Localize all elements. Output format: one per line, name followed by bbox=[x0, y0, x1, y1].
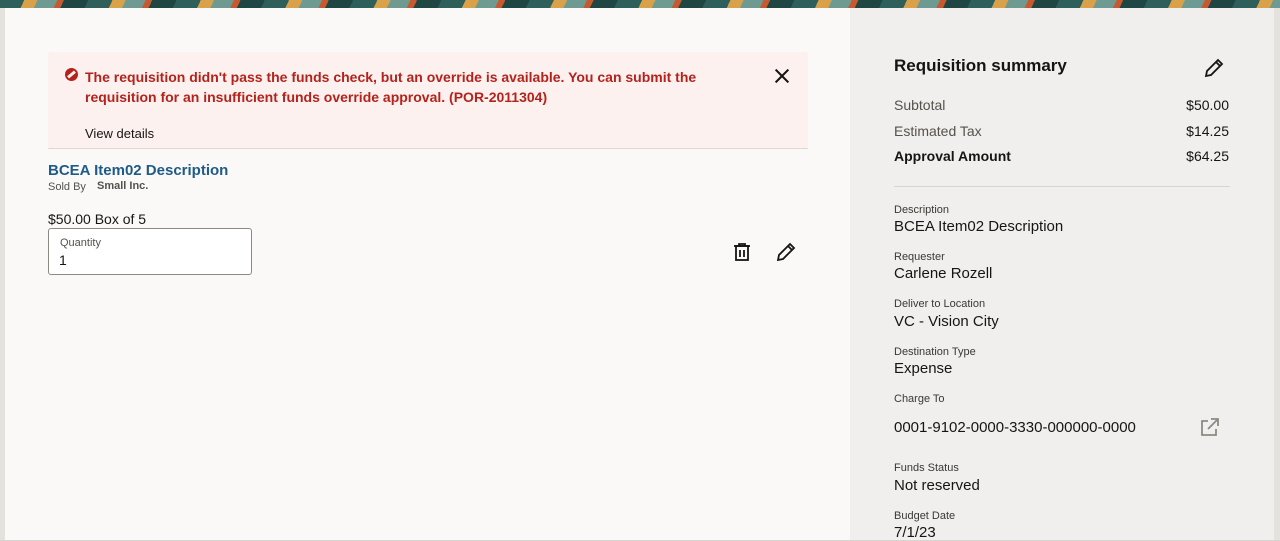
budget-date-value: 7/1/23 bbox=[894, 524, 936, 541]
quantity-input[interactable] bbox=[59, 250, 239, 270]
deliver-to-label: Deliver to Location bbox=[894, 298, 986, 310]
description-label: Description bbox=[894, 204, 950, 216]
quantity-field[interactable]: Quantity bbox=[48, 228, 252, 275]
quantity-label: Quantity bbox=[60, 237, 101, 249]
subtotal-label: Subtotal bbox=[894, 97, 946, 113]
destination-type-label: Destination Type bbox=[894, 346, 976, 358]
summary-panel: Requisition summary Subtotal $50.00 Esti… bbox=[850, 8, 1274, 541]
external-link-icon[interactable] bbox=[1198, 415, 1222, 439]
item-name-link[interactable]: BCEA Item02 Description bbox=[48, 162, 228, 179]
main-panel: The requisition didn't pass the funds ch… bbox=[5, 8, 850, 540]
requester-label: Requester bbox=[894, 251, 945, 263]
funds-status-label: Funds Status bbox=[894, 462, 959, 474]
close-icon[interactable] bbox=[774, 68, 790, 84]
charge-to-value: 0001-9102-0000-3330-000000-0000 bbox=[894, 419, 1136, 436]
decorative-banner bbox=[0, 0, 1280, 8]
deliver-to-value: VC - Vision City bbox=[894, 313, 999, 330]
item-price: $50.00 Box of 5 bbox=[48, 211, 147, 227]
error-alert: The requisition didn't pass the funds ch… bbox=[48, 52, 808, 148]
pencil-icon[interactable] bbox=[774, 240, 798, 264]
description-value: BCEA Item02 Description bbox=[894, 218, 1064, 235]
pencil-icon[interactable] bbox=[1202, 56, 1226, 80]
funds-status-value: Not reserved bbox=[894, 477, 980, 494]
divider bbox=[894, 186, 1230, 187]
tax-value: $14.25 bbox=[1186, 123, 1229, 139]
charge-to-label: Charge To bbox=[894, 393, 945, 405]
frame-edge-right bbox=[1274, 8, 1280, 540]
tax-label: Estimated Tax bbox=[894, 123, 982, 139]
view-details-link[interactable]: View details bbox=[85, 126, 154, 141]
seller-name: Small Inc. bbox=[97, 180, 149, 192]
subtotal-value: $50.00 bbox=[1186, 97, 1229, 113]
error-icon bbox=[65, 68, 78, 81]
sold-by-label: Sold By bbox=[48, 181, 86, 193]
requester-value: Carlene Rozell bbox=[894, 265, 993, 282]
destination-type-value: Expense bbox=[894, 360, 953, 377]
trash-icon[interactable] bbox=[730, 240, 754, 264]
approval-amount-label: Approval Amount bbox=[894, 148, 1011, 164]
alert-message: The requisition didn't pass the funds ch… bbox=[85, 69, 697, 105]
divider bbox=[48, 148, 808, 149]
summary-title: Requisition summary bbox=[894, 56, 1067, 75]
budget-date-label: Budget Date bbox=[894, 510, 956, 522]
approval-amount-value: $64.25 bbox=[1186, 148, 1229, 164]
